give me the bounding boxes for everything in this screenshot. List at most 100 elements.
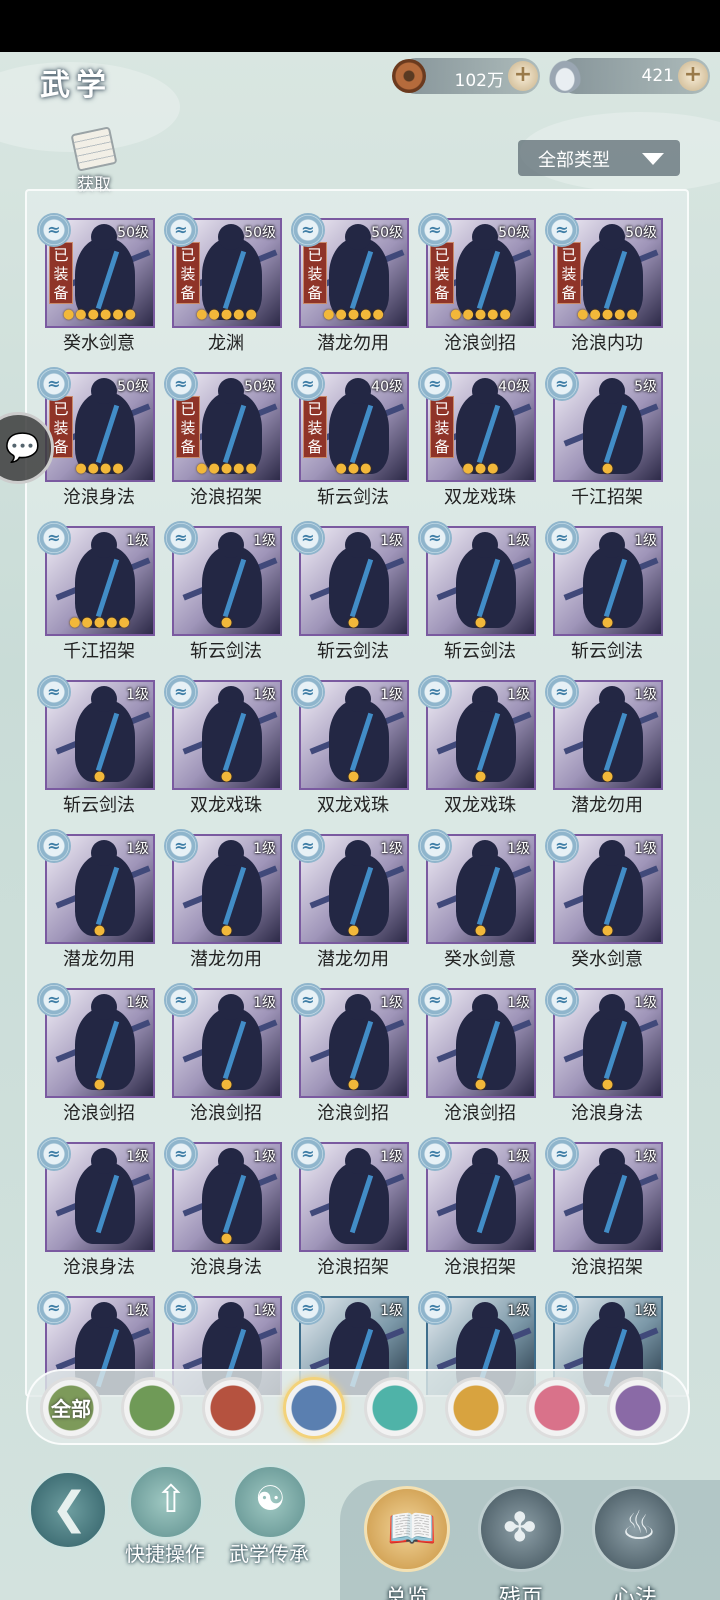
wave-school-icon: ≈: [164, 829, 198, 863]
moon-school-icon[interactable]: [526, 1377, 588, 1439]
back-button[interactable]: [28, 1470, 108, 1550]
skill-card[interactable]: 1级 ● ≈ 沧浪剑招: [164, 983, 288, 1133]
skill-level: 1级: [634, 687, 657, 703]
silver-currency: 421 +: [548, 58, 710, 94]
tab-bar: 📖 总览 ✤ 残页 ♨ 心法: [340, 1480, 720, 1600]
tab-fragments[interactable]: ✤: [478, 1486, 564, 1572]
skill-card[interactable]: 50级 已装备 ●●●● ≈ 沧浪身法: [37, 367, 161, 517]
skill-card[interactable]: 1级 ● ≈ 斩云剑法: [291, 521, 415, 671]
inheritance-button[interactable]: ☯: [232, 1464, 308, 1540]
skill-card[interactable]: 50级 已装备 ●●●●● ≈ 沧浪招架: [164, 367, 288, 517]
page-title: 武学: [40, 68, 112, 103]
wave-school-icon: ≈: [418, 1291, 452, 1325]
skill-name: 龙渊: [208, 333, 244, 354]
skill-name: 潜龙勿用: [190, 949, 262, 970]
copper-currency: 102万 +: [392, 58, 540, 94]
star-rating: ●●●●●: [323, 307, 385, 322]
skill-name: 沧浪内功: [571, 333, 643, 354]
skill-card[interactable]: 1级 ● ≈ 癸水剑意: [545, 829, 669, 979]
add-copper-button[interactable]: +: [508, 61, 538, 91]
skill-card[interactable]: 50级 已装备 ●●●●● ≈ 沧浪剑招: [418, 213, 542, 363]
wave-school-icon: ≈: [164, 675, 198, 709]
star-rating: ●: [347, 615, 361, 630]
skill-card[interactable]: 40级 已装备 ●●● ≈ 斩云剑法: [291, 367, 415, 517]
school-filter-bar: 全部: [26, 1369, 690, 1445]
skill-card[interactable]: 1级 ● ≈ 斩云剑法: [164, 521, 288, 671]
skill-name: 沧浪身法: [190, 1257, 262, 1278]
skill-level: 50级: [117, 379, 149, 395]
equipped-tag: 已装备: [430, 396, 454, 458]
skill-level: 1级: [126, 995, 149, 1011]
skill-card[interactable]: 50级 已装备 ●●●●● ≈ 龙渊: [164, 213, 288, 363]
skill-card[interactable]: 50级 已装备 ●●●●● ≈ 潜龙勿用: [291, 213, 415, 363]
wave-school-icon: ≈: [418, 367, 452, 401]
skill-card[interactable]: 50级 已装备 ●●●●● ≈ 沧浪内功: [545, 213, 669, 363]
copper-amount: 102万: [454, 71, 504, 91]
quick-ops-button[interactable]: ⇧: [128, 1464, 204, 1540]
skill-card[interactable]: 1级 ●●●●● ≈ 千江招架: [37, 521, 161, 671]
wave-school-icon: ≈: [37, 367, 71, 401]
star-rating: ●: [601, 923, 615, 938]
skill-card[interactable]: 1级 ● ≈ 斩云剑法: [418, 521, 542, 671]
skill-card[interactable]: 1级 ● ≈ 沧浪剑招: [37, 983, 161, 1133]
star-rating: ●: [347, 769, 361, 784]
skill-card[interactable]: 1级 ● ≈ 沧浪剑招: [418, 983, 542, 1133]
skill-card[interactable]: 1级 ● ≈ 潜龙勿用: [37, 829, 161, 979]
equipped-tag: 已装备: [176, 242, 200, 304]
flame-school-icon[interactable]: [202, 1377, 264, 1439]
star-rating: ●●●●●: [450, 307, 512, 322]
wave-school-icon[interactable]: [283, 1377, 345, 1439]
skill-level: 50级: [498, 225, 530, 241]
skill-name: 潜龙勿用: [317, 333, 389, 354]
wave-school-icon: ≈: [418, 213, 452, 247]
quick-ops-label: 快捷操作: [125, 1542, 205, 1566]
star-rating: ●: [474, 1077, 488, 1092]
wave-school-icon: ≈: [291, 1291, 325, 1325]
skill-card[interactable]: 5级 ● ≈ 千江招架: [545, 367, 669, 517]
skill-card[interactable]: 1级 ● ≈ 沧浪身法: [164, 1137, 288, 1287]
wave-school-icon: ≈: [545, 1291, 579, 1325]
skill-card[interactable]: 1级 ≈ 沧浪招架: [291, 1137, 415, 1287]
skill-card[interactable]: 1级 ≈ 沧浪招架: [545, 1137, 669, 1287]
skill-card[interactable]: 1级 ● ≈ 双龙戏珠: [164, 675, 288, 825]
wave-school-icon: ≈: [545, 983, 579, 1017]
star-rating: ●●●●●: [69, 615, 131, 630]
skill-name: 千江招架: [571, 487, 643, 508]
type-filter-dropdown[interactable]: 全部类型: [518, 140, 680, 176]
skill-card[interactable]: 1级 ● ≈ 潜龙勿用: [291, 829, 415, 979]
skill-card[interactable]: 1级 ● ≈ 沧浪身法: [545, 983, 669, 1133]
skill-card[interactable]: 1级 ● ≈ 癸水剑意: [418, 829, 542, 979]
butterfly-school-icon[interactable]: [364, 1377, 426, 1439]
skill-card[interactable]: 1级 ● ≈ 潜龙勿用: [545, 675, 669, 825]
skill-card[interactable]: 1级 ● ≈ 双龙戏珠: [418, 675, 542, 825]
obtain-button[interactable]: 获取: [64, 126, 124, 195]
tab-overview[interactable]: 📖: [364, 1486, 450, 1572]
skill-name: 千江招架: [63, 641, 135, 662]
wave-school-icon: ≈: [164, 1291, 198, 1325]
skill-level: 1级: [380, 1303, 403, 1319]
shield-school-icon[interactable]: [445, 1377, 507, 1439]
star-rating: ●: [220, 923, 234, 938]
skill-card[interactable]: 1级 ● ≈ 沧浪剑招: [291, 983, 415, 1133]
add-silver-button[interactable]: +: [678, 61, 708, 91]
sword-school-icon[interactable]: [121, 1377, 183, 1439]
skill-card[interactable]: 1级 ● ≈ 双龙戏珠: [291, 675, 415, 825]
flower-school-icon[interactable]: [607, 1377, 669, 1439]
skill-name: 潜龙勿用: [63, 949, 135, 970]
skill-level: 1级: [126, 687, 149, 703]
skill-card[interactable]: 1级 ● ≈ 潜龙勿用: [164, 829, 288, 979]
skill-card[interactable]: 50级 已装备 ●●●●●● ≈ 癸水剑意: [37, 213, 161, 363]
skill-grid-panel[interactable]: 50级 已装备 ●●●●●● ≈ 癸水剑意 50级 已装备 ●●●●● ≈ 龙渊 50级 已装备 ●●●…: [25, 189, 689, 1397]
school-filter-label: 全部: [51, 1397, 91, 1421]
tab-mind-method[interactable]: ♨: [592, 1486, 678, 1572]
skill-level: 5级: [634, 379, 657, 395]
skill-card[interactable]: 1级 ● ≈ 斩云剑法: [545, 521, 669, 671]
star-rating: ●: [601, 1077, 615, 1092]
skill-card[interactable]: 40级 已装备 ●●● ≈ 双龙戏珠: [418, 367, 542, 517]
skill-level: 1级: [507, 995, 530, 1011]
equipped-tag: 已装备: [430, 242, 454, 304]
skill-card[interactable]: 1级 ● ≈ 斩云剑法: [37, 675, 161, 825]
skill-card[interactable]: 1级 ≈ 沧浪身法: [37, 1137, 161, 1287]
skill-card[interactable]: 1级 ≈ 沧浪招架: [418, 1137, 542, 1287]
all-school-icon[interactable]: 全部: [40, 1377, 102, 1439]
